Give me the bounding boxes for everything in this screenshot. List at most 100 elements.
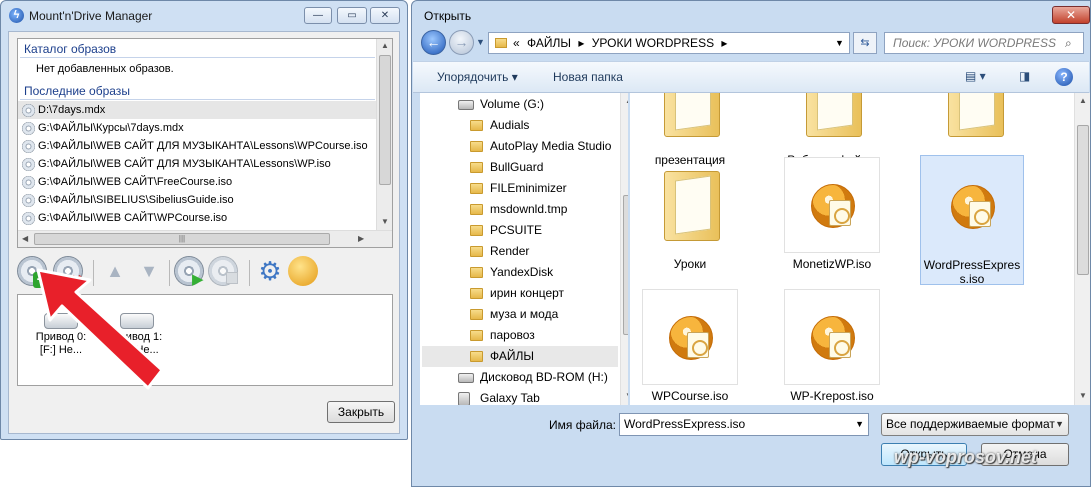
recent-image-path: G:\ФАЙЛЫ\WEB САЙТ\WPCourse.iso [38, 212, 228, 224]
scroll-thumb[interactable] [1077, 125, 1089, 275]
breadcrumb-overflow[interactable]: « [513, 33, 520, 53]
scroll-down-icon[interactable]: ▼ [1079, 391, 1087, 400]
breadcrumb-separator-icon[interactable]: ▸ [578, 33, 584, 53]
minimize-button[interactable]: — [304, 7, 332, 24]
navigation-pane[interactable]: Volume (G:) Audials AutoPlay Media Studi… [420, 93, 628, 405]
divider [20, 99, 375, 100]
chevron-down-icon[interactable]: ▼ [855, 414, 864, 435]
lightning-app-icon: ϟ [9, 8, 24, 23]
maximize-button[interactable]: ▭ [337, 7, 367, 24]
nav-item-folder[interactable]: FILEminimizer [470, 178, 567, 199]
about-button[interactable] [288, 256, 320, 288]
close-button[interactable]: Закрыть [327, 401, 395, 423]
nav-item-folder[interactable]: муза и мода [470, 304, 558, 325]
nav-item-folder[interactable]: Audials [470, 115, 529, 136]
folder-icon [642, 157, 738, 253]
search-input[interactable]: Поиск: УРОКИ WORDPRESS ⌕ [884, 32, 1084, 54]
open-file-dialog: Открыть ✕ ← → ▼ « ФАЙЛЫ ▸ УРОКИ WORDPRES… [411, 0, 1091, 487]
recent-image-row[interactable]: D:\7days.mdx [18, 101, 376, 119]
file-iso-item[interactable]: MonetizWP.iso [780, 157, 884, 271]
file-iso-item[interactable]: WPCourse.iso [638, 289, 742, 403]
nav-item-label: муза и мода [490, 307, 559, 321]
scroll-thumb[interactable]: ||| [34, 233, 330, 245]
scroll-right-icon[interactable]: ▶ [358, 234, 364, 243]
chevron-down-icon[interactable]: ▼ [1055, 414, 1064, 435]
nav-item-folder[interactable]: PCSUITE [470, 220, 542, 241]
file-iso-item-selected[interactable]: WordPressExpres s.iso [920, 155, 1024, 286]
file-item-label: MonetizWP.iso [792, 257, 872, 271]
breadcrumb-segment[interactable]: ФАЙЛЫ [527, 33, 571, 53]
file-folder-item[interactable]: Рабочие файлы [780, 93, 884, 167]
nav-item-label: AutoPlay Media Studio [490, 139, 612, 153]
nav-item-folder[interactable]: ирин концерт [470, 283, 564, 304]
nav-item-folder-selected[interactable]: ФАЙЛЫ [422, 346, 618, 367]
close-window-button[interactable]: ✕ [370, 7, 400, 24]
nav-item-folder[interactable]: AutoPlay Media Studio [470, 136, 611, 157]
nav-item-folder[interactable]: YandexDisk [470, 262, 553, 283]
scroll-thumb[interactable] [379, 55, 391, 185]
file-view-scrollbar[interactable]: ▲ ▼ [1074, 93, 1090, 405]
scroll-up-icon[interactable]: ▲ [625, 96, 628, 105]
file-view[interactable]: презентация Рабочие файлы сайт Уроки Mon… [630, 93, 1090, 405]
nav-item-folder[interactable]: BullGuard [470, 157, 543, 178]
recent-image-row[interactable]: G:\ФАЙЛЫ\WEB САЙТ\WPCourse.iso [18, 209, 376, 227]
folder-icon [470, 204, 483, 215]
file-folder-item[interactable]: презентация [638, 93, 742, 167]
forward-button[interactable]: → [449, 30, 474, 55]
nav-item-folder[interactable]: msdownld.tmp [470, 199, 567, 220]
address-dropdown-icon[interactable]: ▼ [835, 33, 844, 53]
file-iso-item[interactable]: WP-Krepost.iso [780, 289, 884, 403]
divider [20, 57, 375, 58]
recent-pages-chevron-icon[interactable]: ▼ [476, 37, 485, 47]
breadcrumb-separator-icon[interactable]: ▸ [721, 33, 727, 53]
nav-item-device[interactable]: Galaxy Tab [458, 388, 540, 405]
nav-item-label: паровоз [490, 328, 535, 342]
list-horizontal-scrollbar[interactable]: ◀ ||| ▶ [18, 230, 392, 247]
unmount-button[interactable] [208, 256, 240, 288]
close-dialog-button[interactable]: ✕ [1052, 6, 1090, 24]
scroll-thumb[interactable] [623, 195, 628, 335]
address-bar[interactable]: « ФАЙЛЫ ▸ УРОКИ WORDPRESS ▸ ▼ [488, 32, 850, 54]
nav-item-volume-g[interactable]: Volume (G:) [458, 94, 544, 115]
organize-menu[interactable]: Упорядочить ▾ [437, 70, 518, 84]
file-folder-item[interactable]: Уроки [638, 157, 742, 271]
folder-icon [470, 330, 483, 341]
view-options-icon[interactable]: ▤ ▾ [965, 69, 986, 83]
organize-label: Упорядочить [437, 70, 509, 84]
recent-image-row[interactable]: G:\ФАЙЛЫ\SIBELIUS\SibeliusGuide.iso [18, 191, 376, 209]
new-folder-button[interactable]: Новая папка [553, 70, 623, 84]
back-button[interactable]: ← [421, 30, 446, 55]
scroll-up-icon[interactable]: ▲ [381, 41, 389, 50]
file-type-select[interactable]: Все поддерживаемые формат ▼ [881, 413, 1069, 436]
nav-item-folder[interactable]: Render [470, 241, 529, 262]
recent-image-row[interactable]: G:\ФАЙЛЫ\WEB САЙТ ДЛЯ МУЗЫКАНТА\Lessons\… [18, 155, 376, 173]
folder-icon [470, 162, 483, 173]
nav-item-label: ирин концерт [490, 286, 565, 300]
nav-item-bd-rom[interactable]: Дисковод BD-ROM (H:) [458, 367, 608, 388]
nav-item-folder[interactable]: паровоз [470, 325, 535, 346]
mnd-titlebar[interactable]: ϟ Mount'n'Drive Manager — ▭ ✕ [1, 1, 407, 31]
filename-input[interactable]: WordPressExpress.iso ▼ [619, 413, 869, 436]
gear-icon[interactable]: ⚙ [254, 256, 286, 288]
recent-image-row[interactable]: G:\ФАЙЛЫ\WEB САЙТ ДЛЯ МУЗЫКАНТА\Lessons\… [18, 137, 376, 155]
images-list-panel[interactable]: Каталог образов Нет добавленных образов.… [17, 38, 393, 248]
folder-icon [470, 288, 483, 299]
preview-pane-icon[interactable]: ◨ [1019, 69, 1030, 83]
scroll-left-icon[interactable]: ◀ [22, 234, 28, 243]
disc-icon [22, 194, 35, 207]
scroll-down-icon[interactable]: ▼ [381, 217, 389, 226]
breadcrumb-segment[interactable]: УРОКИ WORDPRESS [592, 33, 714, 53]
refresh-button[interactable]: ⇆ [853, 32, 877, 54]
tablet-icon [458, 392, 470, 405]
nav-scrollbar[interactable]: ▲ ▼ [620, 93, 628, 405]
iso-file-icon [784, 289, 880, 385]
help-icon[interactable]: ? [1055, 68, 1073, 86]
recent-image-row[interactable]: G:\ФАЙЛЫ\Курсы\7days.mdx [18, 119, 376, 137]
scroll-up-icon[interactable]: ▲ [1079, 96, 1087, 105]
scroll-down-icon[interactable]: ▼ [625, 391, 628, 400]
folder-icon [470, 246, 483, 257]
mount-button[interactable]: ▶ [174, 256, 206, 288]
recent-image-path: G:\ФАЙЛЫ\WEB САЙТ\FreeCourse.iso [38, 176, 233, 188]
list-vertical-scrollbar[interactable]: ▲ ▼ [376, 39, 392, 231]
recent-image-row[interactable]: G:\ФАЙЛЫ\WEB САЙТ\FreeCourse.iso [18, 173, 376, 191]
